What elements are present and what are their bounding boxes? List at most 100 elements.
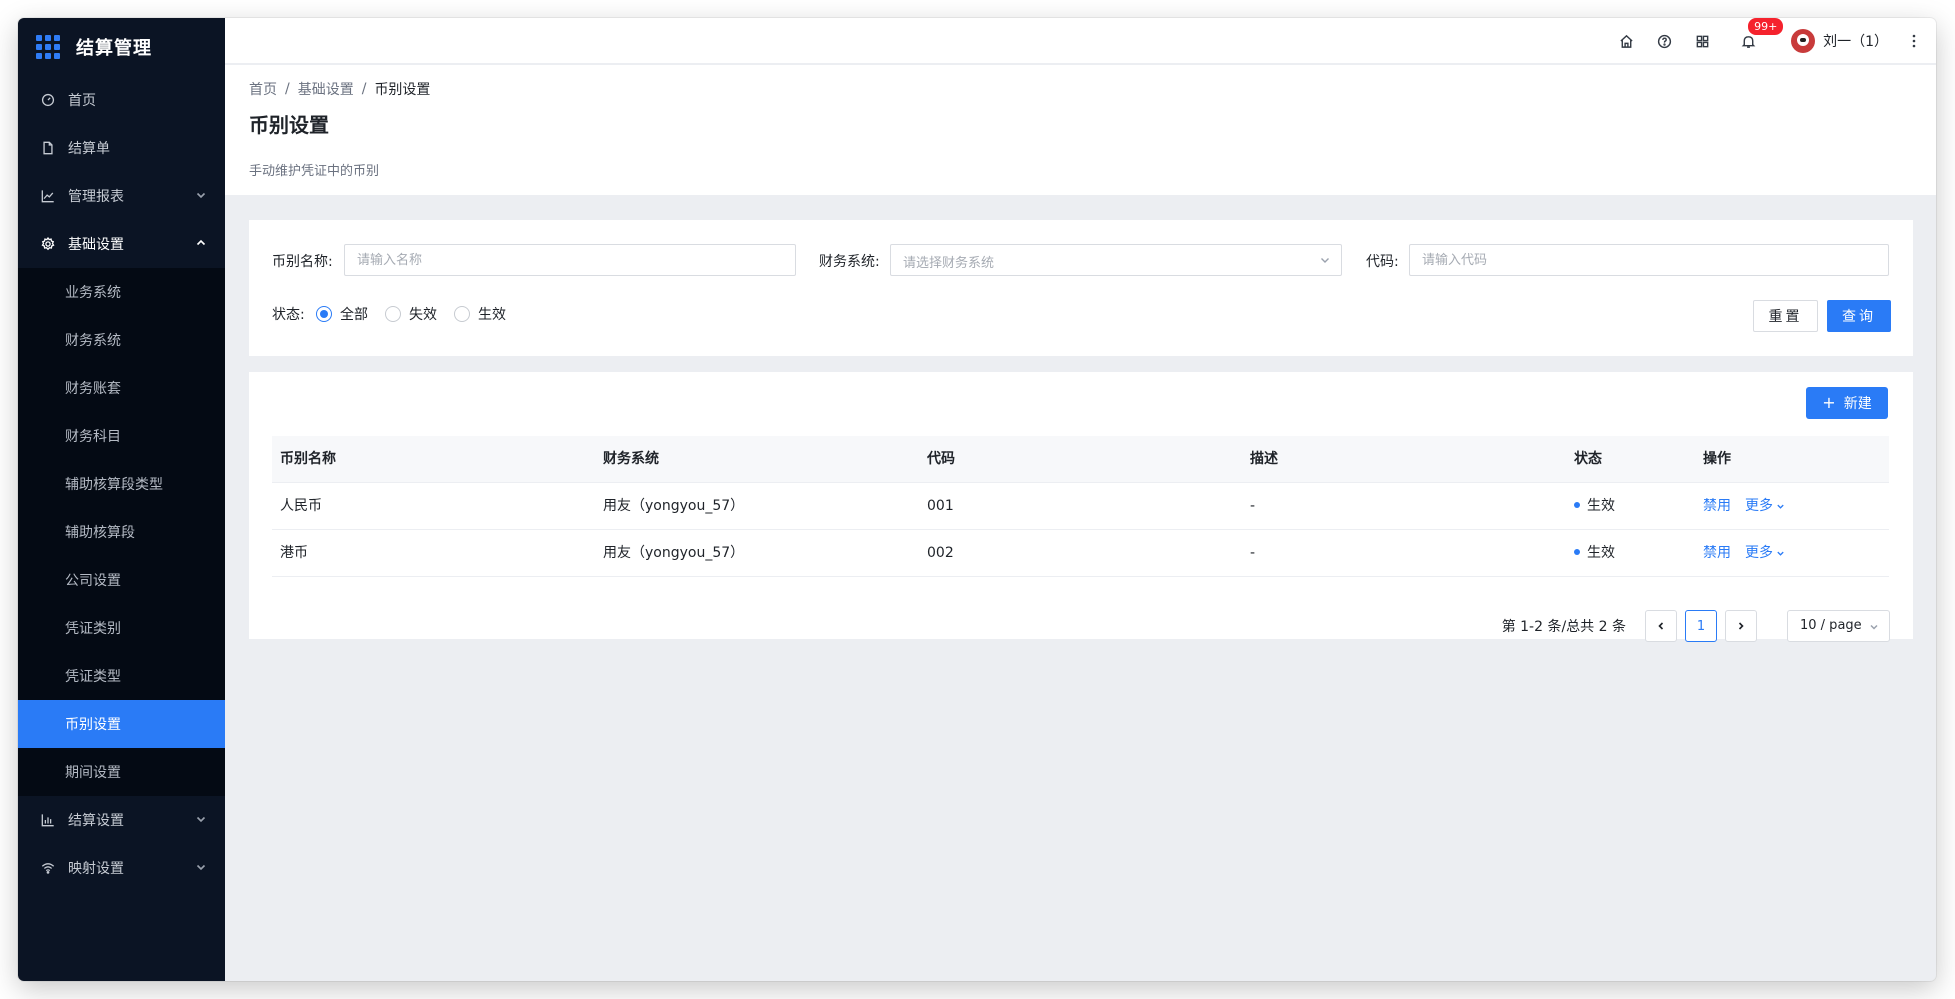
breadcrumb-current: 币别设置: [374, 82, 431, 98]
help-icon[interactable]: [1655, 32, 1673, 50]
finance-system-select[interactable]: 请选择财务系统: [890, 244, 1342, 276]
page-title: 币别设置: [249, 113, 329, 137]
finance-system-placeholder: 请选择财务系统: [903, 256, 995, 271]
cell-description: -: [1250, 545, 1256, 561]
page-size-value: 10 / page: [1800, 618, 1862, 633]
prev-page-button[interactable]: [1645, 610, 1677, 642]
column-header-name: 币别名称: [280, 451, 336, 467]
sidebar-item-aux-segment-type[interactable]: 辅助核算段类型: [18, 460, 225, 508]
sidebar-menu-bottom: 结算设置 映射设置: [18, 796, 225, 892]
table-row: 港币 用友（yongyou_57） 002 - 生效 禁用 更多: [272, 530, 1889, 577]
more-vertical-icon[interactable]: [1906, 32, 1922, 50]
sidebar-item-business-system[interactable]: 业务系统: [18, 268, 225, 316]
bar-chart-icon: [40, 812, 56, 828]
sidebar-item-label: 管理报表: [68, 189, 124, 205]
currency-name-input[interactable]: [344, 244, 796, 276]
column-header-description: 描述: [1250, 451, 1278, 467]
file-icon: [40, 140, 56, 156]
user-name: 刘一（1）: [1823, 34, 1888, 50]
status-text: 生效: [1587, 498, 1615, 514]
page-button-current[interactable]: 1: [1685, 610, 1717, 642]
page-size-select[interactable]: 10 / page: [1787, 610, 1890, 642]
new-button-label: 新建: [1843, 396, 1872, 412]
cell-system: 用友（yongyou_57）: [603, 498, 745, 514]
more-actions-label: 更多: [1745, 498, 1773, 514]
sidebar-item-label: 基础设置: [68, 237, 124, 253]
chevron-down-icon: [1777, 551, 1784, 556]
sidebar-item-basic-settings[interactable]: 基础设置: [18, 220, 225, 268]
more-actions-label: 更多: [1745, 545, 1773, 561]
sidebar-item-finance-ledger[interactable]: 财务账套: [18, 364, 225, 412]
table-row: 人民币 用友（yongyou_57） 001 - 生效 禁用 更多: [272, 483, 1889, 530]
home-icon[interactable]: [1617, 32, 1635, 50]
chevron-down-icon: [195, 861, 207, 873]
sidebar-item-reports[interactable]: 管理报表: [18, 172, 225, 220]
sidebar-item-aux-segment[interactable]: 辅助核算段: [18, 508, 225, 556]
reset-button[interactable]: 重置: [1753, 300, 1818, 332]
code-input[interactable]: [1409, 244, 1889, 276]
line-chart-icon: [40, 188, 56, 204]
finance-system-label: 财务系统:: [819, 254, 880, 270]
pagination-total: 第 1-2 条/总共 2 条: [1501, 619, 1626, 635]
chevron-down-icon: [195, 813, 207, 825]
status-radio-all[interactable]: 全部: [316, 304, 368, 324]
app-grid-icon[interactable]: [36, 35, 60, 59]
status-label: 状态:: [272, 307, 305, 323]
top-bar: 99+ 刘一（1）: [225, 18, 1936, 64]
currency-table: 币别名称 财务系统 代码 描述 状态 操作 人民币 用友（yongyou_57）…: [272, 436, 1889, 577]
user-menu[interactable]: 刘一（1）: [1791, 29, 1888, 53]
sidebar-item-finance-account[interactable]: 财务科目: [18, 412, 225, 460]
page-header: 首页 / 基础设置 / 币别设置 币别设置 手动维护凭证中的币别: [225, 65, 1936, 195]
breadcrumb: 首页 / 基础设置 / 币别设置: [249, 79, 430, 99]
sidebar-item-currency-settings[interactable]: 币别设置: [18, 700, 225, 748]
bell-icon[interactable]: 99+: [1739, 18, 1785, 50]
notification-badge: 99+: [1747, 18, 1785, 36]
dashboard-icon: [40, 92, 56, 108]
table-panel: + 新建 币别名称 财务系统 代码 描述 状态 操作 人民币 用友（yongyo…: [249, 372, 1913, 642]
sidebar-item-settlement[interactable]: 结算单: [18, 124, 225, 172]
query-button[interactable]: 查询: [1827, 300, 1891, 332]
breadcrumb-basic-settings[interactable]: 基础设置: [298, 79, 354, 99]
status-option-label: 失效: [409, 307, 437, 323]
sidebar-item-settlement-settings[interactable]: 结算设置: [18, 796, 225, 844]
sidebar-item-company-settings[interactable]: 公司设置: [18, 556, 225, 604]
disable-link[interactable]: 禁用: [1703, 498, 1731, 514]
cell-status: 生效: [1566, 530, 1615, 577]
cell-actions: 禁用 更多: [1695, 483, 1785, 530]
sidebar: 结算管理 首页 结算单 管理报表 基础设置 业务系统 财务系统 财务账套 财务科…: [18, 18, 225, 981]
status-dot-icon: [1574, 549, 1580, 555]
status-option-label: 全部: [340, 307, 368, 323]
cell-code: 001: [927, 498, 954, 514]
cell-actions: 禁用 更多: [1695, 530, 1785, 577]
sidebar-item-home[interactable]: 首页: [18, 76, 225, 124]
app-window: 结算管理 首页 结算单 管理报表 基础设置 业务系统 财务系统 财务账套 财务科…: [18, 18, 1936, 981]
sidebar-item-voucher-type[interactable]: 凭证类型: [18, 652, 225, 700]
status-radio-invalid[interactable]: 失效: [385, 304, 437, 324]
top-bar-actions: 99+ 刘一（1）: [1617, 18, 1936, 64]
app-title: 结算管理: [76, 38, 152, 59]
sidebar-item-label: 结算设置: [68, 813, 124, 829]
more-actions-link[interactable]: 更多: [1745, 498, 1785, 514]
sidebar-item-voucher-category[interactable]: 凭证类别: [18, 604, 225, 652]
breadcrumb-home[interactable]: 首页: [249, 79, 277, 99]
sidebar-item-mapping-settings[interactable]: 映射设置: [18, 844, 225, 892]
cell-name: 人民币: [280, 498, 322, 514]
sidebar-submenu-basic-settings: 业务系统 财务系统 财务账套 财务科目 辅助核算段类型 辅助核算段 公司设置 凭…: [18, 268, 225, 796]
page-description: 手动维护凭证中的币别: [249, 164, 380, 179]
new-button[interactable]: + 新建: [1806, 387, 1888, 419]
column-header-system: 财务系统: [603, 451, 659, 467]
cell-code: 002: [927, 545, 954, 561]
sidebar-item-label: 结算单: [68, 141, 110, 157]
sidebar-item-period-settings[interactable]: 期间设置: [18, 748, 225, 796]
radio-unchecked-icon: [385, 306, 401, 322]
wifi-icon: [40, 860, 56, 876]
settings-icon: [40, 236, 56, 252]
disable-link[interactable]: 禁用: [1703, 545, 1731, 561]
status-radio-active[interactable]: 生效: [454, 304, 506, 324]
chevron-down-icon: [1870, 624, 1878, 630]
breadcrumb-separator: /: [361, 81, 367, 97]
next-page-button[interactable]: [1725, 610, 1757, 642]
more-actions-link[interactable]: 更多: [1745, 545, 1785, 561]
sidebar-item-finance-system[interactable]: 财务系统: [18, 316, 225, 364]
apps-grid-icon[interactable]: [1693, 32, 1711, 50]
